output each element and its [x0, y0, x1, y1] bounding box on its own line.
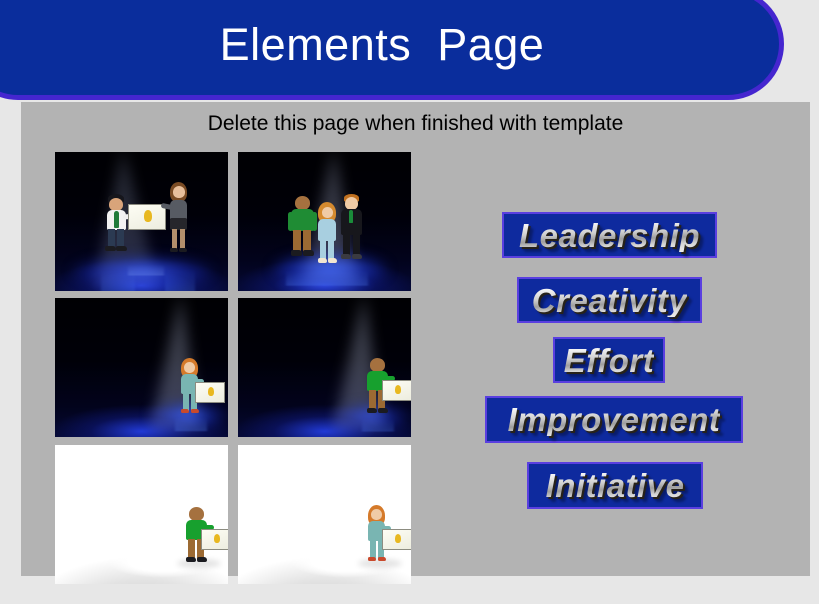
- image-award-presentation-dark[interactable]: [55, 152, 228, 291]
- image-woman-certificate-dark[interactable]: [55, 298, 228, 437]
- floor-reflection: [286, 270, 368, 286]
- figure-man-suit: [338, 194, 366, 264]
- image-team-trio-spotlight-dark[interactable]: [238, 152, 411, 291]
- scene-background: [238, 152, 411, 291]
- image-man-certificate-dark[interactable]: [238, 298, 411, 437]
- floor-reflection: [175, 416, 207, 432]
- scene-background: [55, 152, 228, 291]
- scene-background: [55, 298, 228, 437]
- certificate-icon: [128, 204, 166, 230]
- image-man-certificate-white[interactable]: [55, 445, 228, 584]
- certificate-icon: [195, 382, 225, 403]
- wordart-initiative[interactable]: Initiative: [527, 462, 703, 509]
- wordart-label: Initiative: [545, 467, 685, 504]
- wordart-label: Leadership: [518, 216, 701, 254]
- floor-reflection: [128, 264, 164, 276]
- scene-background: [55, 445, 228, 584]
- wordart-improvement[interactable]: Improvement: [485, 396, 743, 443]
- title-banner[interactable]: Elements Page: [0, 0, 784, 100]
- slide-canvas: Elements Page Delete this page when fini…: [0, 0, 819, 604]
- page-title: Elements Page: [219, 18, 545, 70]
- wordart-leadership[interactable]: Leadership: [502, 212, 717, 258]
- floor-reflection: [165, 268, 195, 291]
- scene-background: [238, 445, 411, 584]
- figure-woman-presenter: [160, 182, 195, 258]
- wordart-label: Improvement: [507, 401, 721, 438]
- floor-reflection: [362, 418, 394, 432]
- subtitle-note: Delete this page when finished with temp…: [207, 112, 624, 135]
- wordart-label: Creativity: [531, 281, 688, 319]
- certificate-icon: [201, 529, 228, 550]
- scene-background: [238, 298, 411, 437]
- wordart-label: Effort: [563, 341, 655, 379]
- wordart-creativity[interactable]: Creativity: [517, 277, 702, 323]
- wordart-effort[interactable]: Effort: [553, 337, 665, 383]
- image-woman-certificate-white[interactable]: [238, 445, 411, 584]
- certificate-icon: [382, 380, 411, 401]
- certificate-icon: [382, 529, 411, 550]
